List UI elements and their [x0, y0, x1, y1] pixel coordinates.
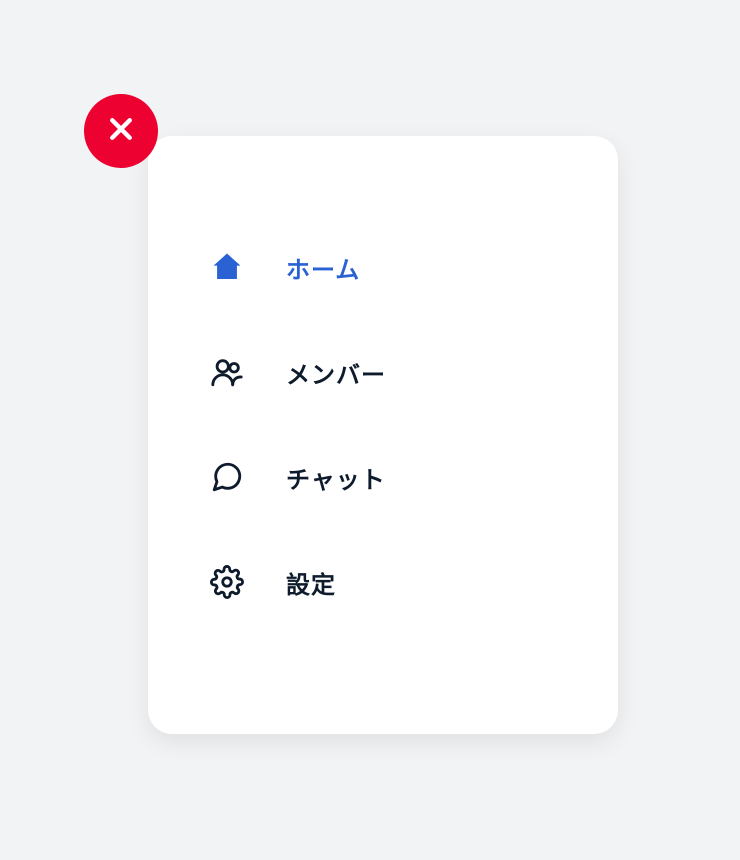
- close-icon: [106, 114, 136, 148]
- home-icon: [208, 248, 246, 286]
- menu-item-home[interactable]: ホーム: [208, 248, 618, 286]
- menu-item-chat[interactable]: チャット: [208, 458, 618, 496]
- close-button[interactable]: [84, 94, 158, 168]
- menu-item-label: 設定: [286, 565, 336, 600]
- menu-item-label: メンバー: [286, 355, 386, 390]
- menu-item-settings[interactable]: 設定: [208, 563, 618, 601]
- menu-card: ホーム メンバー チャット 設定: [148, 136, 618, 734]
- settings-icon: [208, 563, 246, 601]
- members-icon: [208, 353, 246, 391]
- chat-icon: [208, 458, 246, 496]
- menu-item-label: ホーム: [286, 250, 360, 285]
- menu-item-members[interactable]: メンバー: [208, 353, 618, 391]
- menu-item-label: チャット: [286, 460, 386, 495]
